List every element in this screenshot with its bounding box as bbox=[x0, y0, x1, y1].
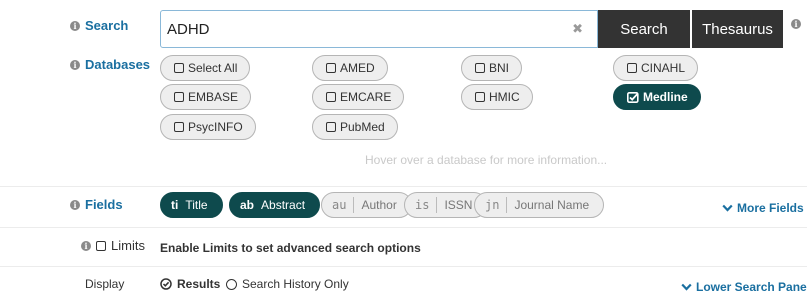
checkbox-icon bbox=[475, 92, 485, 102]
thesaurus-info-icon[interactable]: i bbox=[791, 19, 801, 29]
info-icon[interactable]: i bbox=[70, 59, 80, 70]
limits-checkbox[interactable] bbox=[96, 240, 106, 251]
search-button[interactable]: Search bbox=[598, 10, 690, 48]
field-journal-name[interactable]: jn Journal Name bbox=[474, 192, 605, 218]
limits-label[interactable]: i Limits bbox=[81, 238, 145, 253]
info-icon[interactable]: i bbox=[70, 20, 80, 31]
info-icon[interactable]: i bbox=[81, 240, 91, 251]
db-hmic[interactable]: HMIC bbox=[461, 84, 533, 110]
checkbox-icon bbox=[326, 63, 336, 73]
databases-label: i Databases bbox=[70, 57, 150, 72]
checkbox-icon bbox=[475, 63, 485, 73]
db-psycinfo[interactable]: PsycINFO bbox=[160, 114, 256, 140]
display-results-option[interactable]: Results bbox=[160, 277, 220, 291]
field-author[interactable]: au Author bbox=[321, 192, 412, 218]
limits-text: Enable Limits to set advanced search opt… bbox=[160, 241, 421, 255]
display-history-option[interactable]: Search History Only bbox=[226, 277, 349, 291]
separator bbox=[436, 197, 438, 213]
lower-search-panel-link[interactable]: Lower Search Panel bbox=[681, 280, 807, 292]
info-icon[interactable]: i bbox=[70, 199, 80, 210]
divider bbox=[0, 227, 807, 228]
divider bbox=[0, 186, 807, 187]
separator bbox=[506, 197, 508, 213]
radio-icon bbox=[226, 278, 237, 290]
db-medline[interactable]: Medline bbox=[613, 84, 701, 110]
separator bbox=[353, 197, 355, 213]
field-title[interactable]: ti Title bbox=[160, 192, 223, 218]
db-emcare[interactable]: EMCARE bbox=[312, 84, 405, 110]
search-input[interactable] bbox=[167, 20, 547, 38]
search-label: i Search bbox=[70, 18, 128, 33]
more-fields-link[interactable]: More Fields bbox=[722, 201, 804, 215]
checkbox-icon bbox=[174, 63, 184, 73]
field-abstract[interactable]: ab Abstract bbox=[229, 192, 321, 218]
search-box[interactable]: ✖ bbox=[160, 10, 598, 48]
db-pubmed[interactable]: PubMed bbox=[312, 114, 398, 140]
clear-icon[interactable]: ✖ bbox=[572, 21, 583, 37]
checkbox-icon bbox=[174, 92, 184, 102]
divider bbox=[0, 266, 807, 267]
db-embase[interactable]: EMBASE bbox=[160, 84, 252, 110]
chevron-down-icon bbox=[681, 283, 692, 291]
db-amed[interactable]: AMED bbox=[312, 55, 388, 81]
fields-label: i Fields bbox=[70, 197, 123, 212]
checkbox-icon bbox=[326, 122, 336, 132]
db-cinahl[interactable]: CINAHL bbox=[613, 55, 699, 81]
checkbox-icon bbox=[627, 63, 637, 73]
db-select-all[interactable]: Select All bbox=[160, 55, 251, 81]
chevron-down-icon bbox=[722, 204, 733, 212]
thesaurus-button[interactable]: Thesaurus bbox=[692, 10, 783, 48]
db-bni[interactable]: BNI bbox=[461, 55, 523, 81]
checkbox-icon bbox=[326, 92, 336, 102]
database-hover-hint: Hover over a database for more informati… bbox=[365, 153, 608, 167]
radio-checked-icon bbox=[160, 278, 172, 290]
checked-checkbox-icon bbox=[627, 91, 639, 103]
display-label: Display bbox=[85, 277, 125, 291]
checkbox-icon bbox=[174, 122, 184, 132]
